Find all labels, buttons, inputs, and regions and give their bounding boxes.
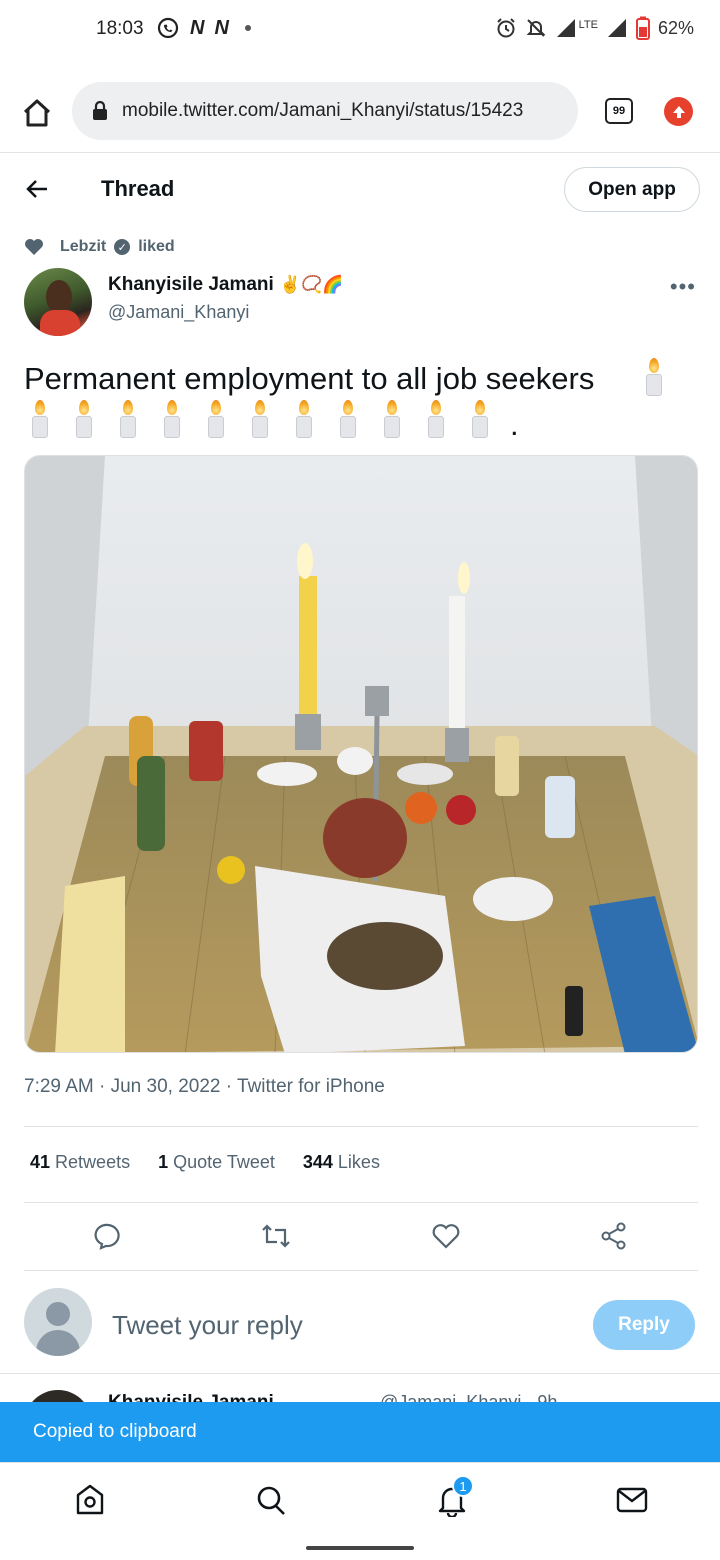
tab-switcher-button[interactable]: 99: [605, 98, 633, 124]
retweet-icon[interactable]: [260, 1222, 292, 1250]
url-bar[interactable]: mobile.twitter.com/Jamani_Khanyi/status/…: [72, 82, 578, 140]
altar-photo-illustration: [25, 456, 697, 1052]
divider: [0, 152, 720, 153]
reply-button[interactable]: Reply: [593, 1300, 695, 1350]
toast-message: Copied to clipboard: [0, 1402, 720, 1462]
mute-icon: [526, 19, 546, 37]
liker-name[interactable]: Lebzit: [60, 238, 106, 256]
tweet-text: Permanent employment to all job seekers: [24, 361, 595, 396]
home-icon[interactable]: [22, 98, 52, 128]
author-name: Khanyisile Jamani: [108, 274, 274, 295]
gesture-bar: [306, 1546, 414, 1550]
thread-header: Thread Open app: [0, 160, 720, 220]
social-context: Lebzit ✓ liked: [24, 238, 175, 256]
candle-emoji: [244, 398, 276, 440]
verified-icon: ✓: [114, 239, 131, 255]
candle-emoji: [68, 398, 100, 440]
candle-emoji: [288, 398, 320, 440]
next-tweet-preview[interactable]: Khanyisile Jamani @Jamani_Khanyi · 9h: [24, 1384, 704, 1404]
browser-toolbar: mobile.twitter.com/Jamani_Khanyi/status/…: [0, 78, 720, 148]
candle-emoji: [24, 398, 56, 440]
reply-input[interactable]: Tweet your reply: [112, 1310, 303, 1341]
tweet-timestamp[interactable]: 7:29 AM · Jun 30, 2022 · Twitter for iPh…: [24, 1076, 385, 1098]
like-icon[interactable]: [431, 1222, 461, 1250]
signal-icon: [556, 19, 575, 37]
open-app-button[interactable]: Open app: [564, 167, 700, 212]
candle-emoji: [112, 398, 144, 440]
more-options-icon[interactable]: •••: [670, 274, 696, 300]
search-icon[interactable]: [255, 1483, 287, 1517]
whatsapp-icon: [157, 17, 179, 39]
battery-percent: 62%: [657, 17, 694, 38]
tweet-stats: 41 Retweets 1 Quote Tweet 344 Likes: [30, 1152, 380, 1173]
candle-emoji-row: .: [24, 398, 519, 440]
avatar: [24, 1288, 92, 1356]
bottom-nav: 1: [0, 1462, 720, 1538]
lock-icon: [93, 101, 107, 120]
tweet-author: Khanyisile Jamani ✌️📿🌈 @Jamani_Khanyi ••…: [24, 268, 700, 338]
tweet-text-period: .: [510, 407, 519, 442]
alarm-icon: [496, 18, 515, 38]
candle-emoji: [464, 398, 496, 440]
tweet-actions: [0, 1218, 720, 1258]
liked-label: liked: [138, 238, 175, 255]
update-button[interactable]: [664, 97, 693, 126]
divider: [24, 1270, 698, 1271]
retweets-stat[interactable]: 41 Retweets: [30, 1152, 130, 1173]
more-notifications-dot: [244, 25, 251, 31]
reply-icon[interactable]: [94, 1222, 122, 1250]
back-arrow-icon[interactable]: [24, 176, 50, 202]
heart-icon: [25, 239, 43, 255]
likes-stat[interactable]: 344 Likes: [303, 1152, 380, 1173]
tweet-photo[interactable]: [24, 455, 698, 1053]
tab-count: 99: [612, 105, 626, 117]
status-bar: 18:03 N N LTE 62%: [0, 0, 720, 60]
page-title: Thread: [101, 176, 175, 201]
candle-emoji: [420, 398, 452, 440]
divider: [24, 1126, 698, 1127]
candle-emoji: [200, 398, 232, 440]
candle-emoji: [156, 398, 188, 440]
author-handle[interactable]: @Jamani_Khanyi: [108, 302, 249, 323]
signal-icon: [607, 19, 626, 37]
notifications-badge: 1: [452, 1475, 474, 1497]
netflix-icon: N: [214, 16, 229, 39]
avatar[interactable]: [24, 268, 92, 336]
reply-composer: Tweet your reply Reply: [24, 1288, 696, 1358]
arrow-up-icon: [672, 105, 685, 118]
url-text: mobile.twitter.com/Jamani_Khanyi/status/…: [122, 100, 524, 121]
quote-tweets-stat[interactable]: 1 Quote Tweet: [158, 1152, 275, 1173]
home-nav-icon[interactable]: [74, 1483, 106, 1517]
candle-emoji: [376, 398, 408, 440]
battery-icon: [635, 16, 650, 40]
share-icon[interactable]: [600, 1222, 628, 1250]
candle-emoji: [638, 356, 670, 398]
author-emojis: ✌️📿🌈: [279, 275, 344, 295]
divider: [24, 1202, 698, 1203]
candle-emoji: [332, 398, 364, 440]
messages-icon[interactable]: [616, 1483, 648, 1517]
network-label: LTE: [578, 19, 598, 31]
status-time: 18:03: [96, 18, 144, 39]
netflix-icon: N: [190, 16, 205, 39]
author-name-row[interactable]: Khanyisile Jamani ✌️📿🌈: [108, 274, 343, 296]
divider: [0, 1373, 720, 1374]
